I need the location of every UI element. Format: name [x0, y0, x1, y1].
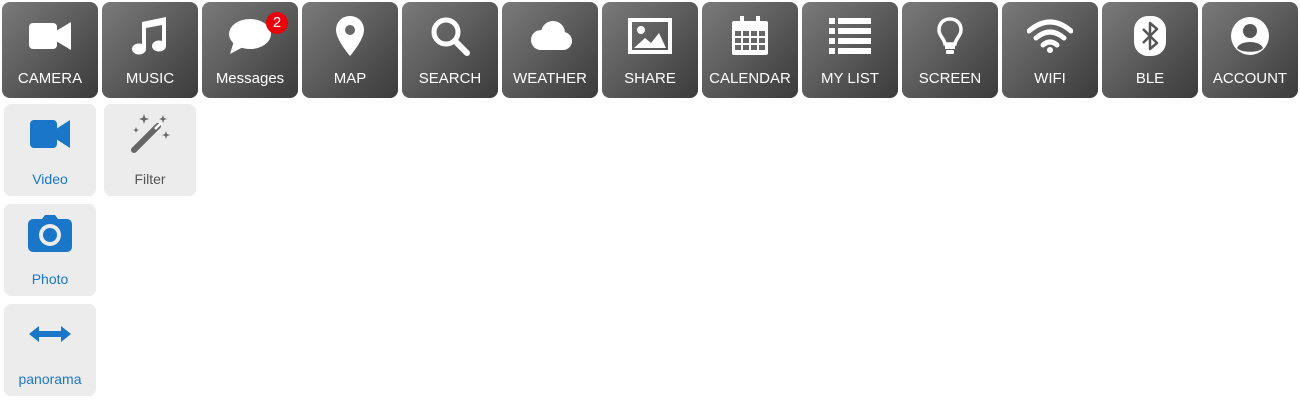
- camera-option-photo[interactable]: Photo: [4, 204, 96, 296]
- tile-music-label: MUSIC: [125, 70, 175, 87]
- camera-option-panorama[interactable]: panorama: [4, 304, 96, 396]
- tile-map-label: MAP: [333, 70, 367, 87]
- tile-screen-label: SCREEN: [918, 70, 982, 87]
- unread-count-badge: 2: [266, 12, 288, 34]
- calendar-icon: [702, 16, 798, 56]
- tile-account-label: ACCOUNT: [1212, 70, 1288, 87]
- video-camera-icon: [4, 116, 96, 152]
- music-note-icon: [102, 16, 198, 56]
- lightbulb-icon: [902, 16, 998, 56]
- list-icon: [802, 16, 898, 56]
- video-camera-icon: [2, 16, 98, 56]
- magic-wand-icon: [104, 114, 196, 153]
- tile-calendar[interactable]: CALENDAR: [702, 2, 798, 98]
- camera-option-video-label: Video: [32, 171, 68, 187]
- tile-weather[interactable]: WEATHER: [502, 2, 598, 98]
- bluetooth-icon: [1102, 16, 1198, 56]
- tile-account[interactable]: ACCOUNT: [1202, 2, 1298, 98]
- map-pin-icon: [302, 16, 398, 56]
- main-toolbar: CAMERA MUSIC 2 Messages MAP SEARCH WEATH…: [2, 2, 1298, 98]
- camera-option-panorama-label: panorama: [18, 371, 82, 387]
- tile-weather-label: WEATHER: [513, 70, 587, 87]
- tile-camera[interactable]: CAMERA: [2, 2, 98, 98]
- wifi-icon: [1002, 16, 1098, 56]
- cloud-icon: [502, 16, 598, 56]
- photo-camera-icon: [4, 215, 96, 252]
- tile-share-label: SHARE: [624, 70, 676, 87]
- image-icon: [602, 16, 698, 56]
- tile-map[interactable]: MAP: [302, 2, 398, 98]
- tile-music[interactable]: MUSIC: [102, 2, 198, 98]
- tile-search-label: SEARCH: [418, 70, 482, 87]
- camera-option-video[interactable]: Video: [4, 104, 96, 196]
- tile-screen[interactable]: SCREEN: [902, 2, 998, 98]
- tile-search[interactable]: SEARCH: [402, 2, 498, 98]
- camera-option-filter[interactable]: Filter: [104, 104, 196, 196]
- tile-ble[interactable]: BLE: [1102, 2, 1198, 98]
- tile-wifi-label: WIFI: [1034, 70, 1066, 87]
- tile-wifi[interactable]: WIFI: [1002, 2, 1098, 98]
- tile-ble-label: BLE: [1135, 70, 1165, 87]
- user-icon: [1202, 16, 1298, 56]
- tile-my-list-label: MY LIST: [820, 70, 880, 87]
- camera-option-filter-label: Filter: [134, 171, 166, 187]
- tile-messages[interactable]: 2 Messages: [202, 2, 298, 98]
- tile-camera-label: CAMERA: [17, 70, 83, 87]
- tile-my-list[interactable]: MY LIST: [802, 2, 898, 98]
- camera-option-photo-label: Photo: [31, 271, 69, 287]
- tile-calendar-label: CALENDAR: [709, 70, 791, 87]
- tile-messages-label: Messages: [215, 70, 285, 87]
- horizontal-arrows-icon: [4, 316, 96, 352]
- tile-share[interactable]: SHARE: [602, 2, 698, 98]
- search-icon: [402, 16, 498, 56]
